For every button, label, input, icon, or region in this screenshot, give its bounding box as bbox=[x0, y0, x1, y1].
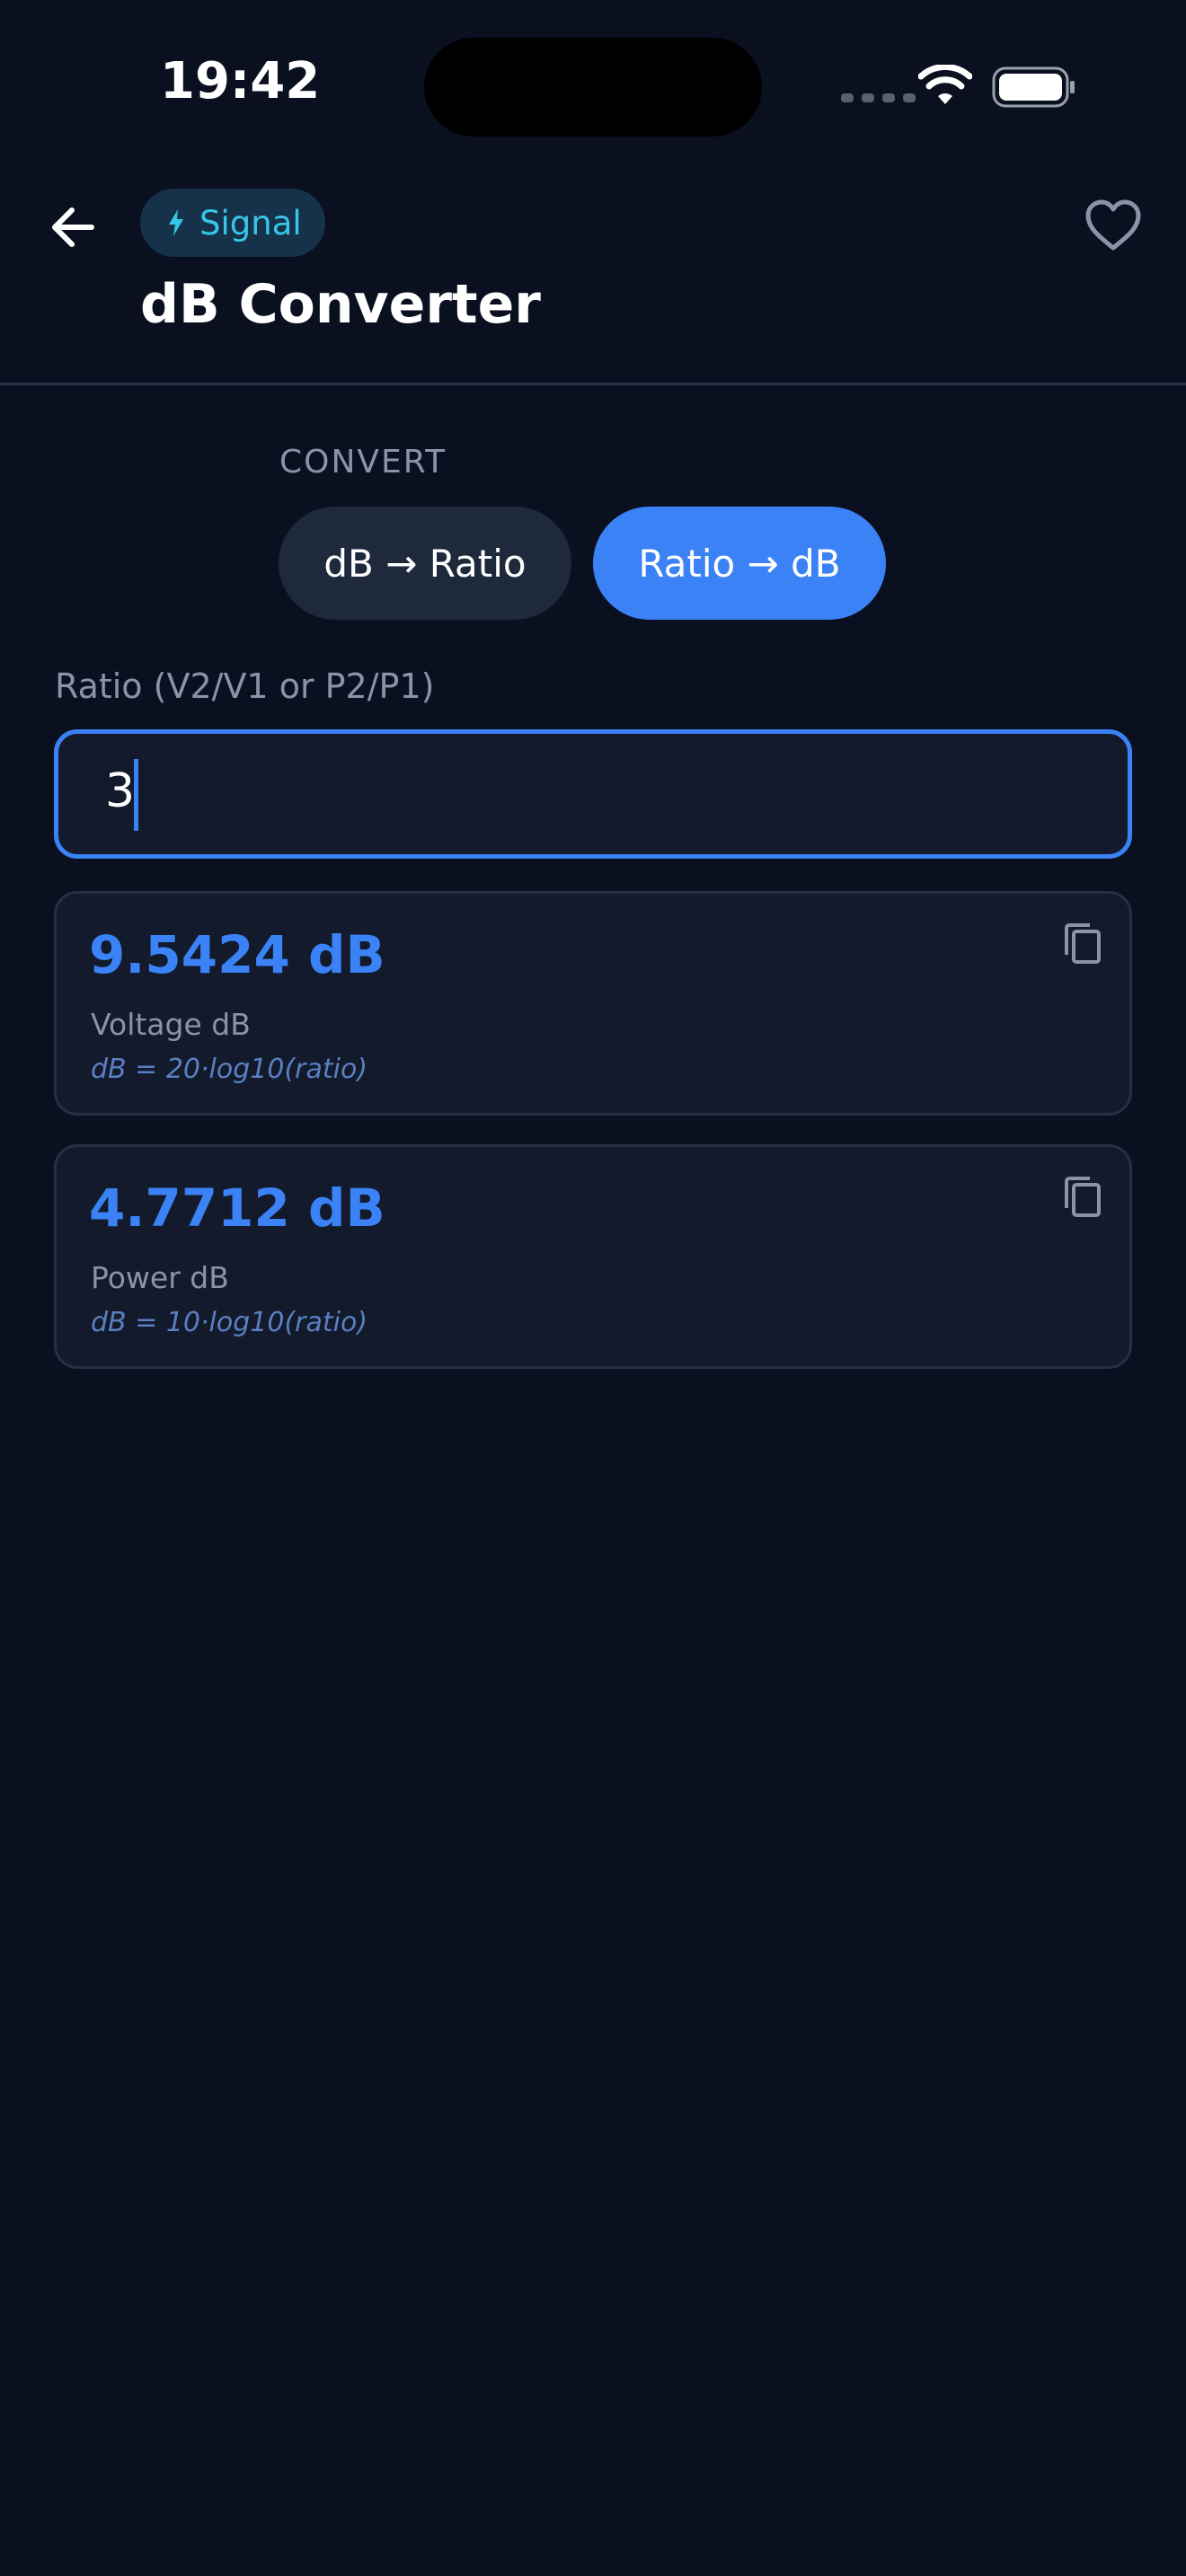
result-label: Power dB bbox=[91, 1260, 229, 1295]
category-chip: Signal bbox=[140, 189, 325, 257]
back-arrow-icon[interactable] bbox=[45, 199, 101, 255]
mode-db-to-ratio-button[interactable]: dB → Ratio bbox=[279, 507, 571, 620]
text-caret bbox=[134, 759, 138, 831]
dynamic-island bbox=[424, 38, 762, 137]
lightning-bolt-icon bbox=[169, 209, 183, 236]
wifi-icon bbox=[918, 65, 972, 104]
category-chip-label: Signal bbox=[199, 203, 302, 243]
status-bar: 19:42 bbox=[0, 0, 1186, 180]
result-label: Voltage dB bbox=[91, 1007, 251, 1042]
convert-section-label: CONVERT bbox=[279, 444, 447, 481]
result-formula: dB = 20·log10(ratio) bbox=[91, 1054, 368, 1085]
ratio-input-value: 3 bbox=[105, 764, 136, 818]
result-value: 4.7712 dB bbox=[89, 1178, 385, 1239]
app-header: Signal dB Converter bbox=[0, 180, 1186, 385]
copy-icon[interactable] bbox=[1061, 1174, 1104, 1221]
page-title: dB Converter bbox=[140, 273, 541, 336]
copy-icon[interactable] bbox=[1061, 921, 1104, 967]
heart-outline-icon[interactable] bbox=[1084, 198, 1143, 253]
status-time: 19:42 bbox=[160, 52, 321, 110]
mode-ratio-to-db-button[interactable]: Ratio → dB bbox=[593, 507, 886, 620]
cellular-signal-icon bbox=[841, 93, 916, 102]
result-card-voltage: 9.5424 dB Voltage dB dB = 20·log10(ratio… bbox=[54, 891, 1132, 1116]
result-value: 9.5424 dB bbox=[89, 924, 385, 985]
result-card-power: 4.7712 dB Power dB dB = 10·log10(ratio) bbox=[54, 1144, 1132, 1369]
ratio-field-label: Ratio (V2/V1 or P2/P1) bbox=[55, 666, 435, 706]
battery-icon bbox=[992, 66, 1075, 108]
result-formula: dB = 10·log10(ratio) bbox=[91, 1307, 368, 1338]
ratio-input[interactable]: 3 bbox=[54, 729, 1132, 859]
